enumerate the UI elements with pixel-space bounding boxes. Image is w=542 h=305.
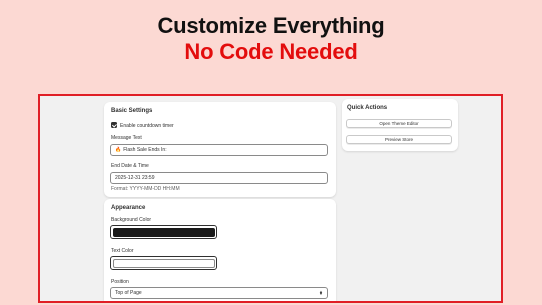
basic-settings-card: Basic Settings Enable countdown timer Me…	[104, 102, 336, 197]
end-date-value: 2025-12-31 23:59	[115, 175, 155, 181]
app-screenshot-frame: Basic Settings Enable countdown timer Me…	[38, 94, 503, 303]
end-date-input[interactable]: 2025-12-31 23:59	[110, 172, 328, 184]
position-value: Top of Page	[115, 290, 142, 296]
message-text-value: Flash Sale Ends In:	[123, 147, 167, 153]
text-color-picker[interactable]	[110, 256, 217, 270]
fire-icon: 🔥	[115, 147, 122, 153]
quick-actions-title: Quick Actions	[347, 105, 388, 111]
background-color-label: Background Color	[111, 217, 152, 223]
message-text-input[interactable]: 🔥 Flash Sale Ends In:	[110, 144, 328, 156]
preview-store-button[interactable]: Preview Store	[346, 135, 452, 144]
headline-line-1: Customize Everything	[157, 13, 385, 38]
position-label: Position	[111, 279, 129, 285]
enable-timer-label: Enable countdown timer	[120, 122, 174, 129]
message-text-label: Message Text	[111, 135, 142, 141]
end-date-label: End Date & Time	[111, 163, 149, 169]
select-arrows-icon: ▲ ▼	[319, 288, 323, 296]
basic-settings-title: Basic Settings	[111, 108, 153, 114]
background-color-picker[interactable]	[110, 225, 217, 239]
appearance-title: Appearance	[111, 205, 146, 211]
appearance-card: Appearance Background Color Text Color P…	[104, 199, 336, 301]
end-date-help: Format: YYYY-MM-DD HH:MM	[111, 186, 180, 192]
text-color-label: Text Color	[111, 248, 134, 254]
position-select[interactable]: Top of Page ▲ ▼	[110, 287, 328, 299]
quick-actions-card: Quick Actions Open Theme Editor Preview …	[342, 99, 458, 151]
enable-timer-checkbox[interactable]	[111, 122, 117, 128]
headline-line-2: No Code Needed	[184, 39, 358, 64]
background-color-swatch	[112, 227, 215, 237]
text-color-swatch	[112, 258, 215, 268]
open-theme-editor-button[interactable]: Open Theme Editor	[346, 119, 452, 128]
